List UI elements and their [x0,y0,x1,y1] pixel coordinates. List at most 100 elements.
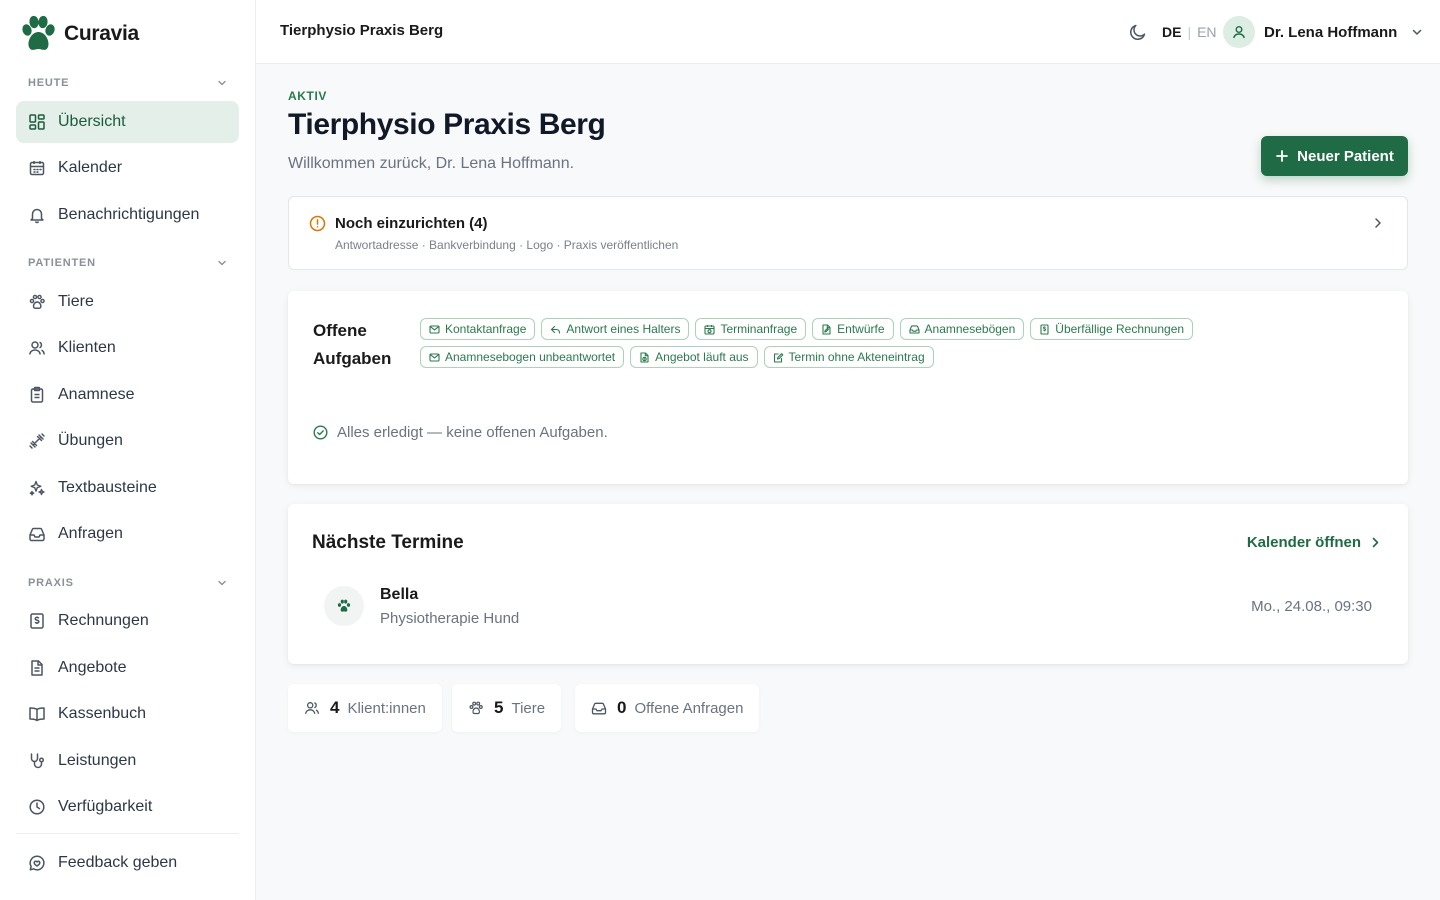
sidebar-item-klienten[interactable]: Klienten [16,327,239,369]
moon-icon[interactable] [1128,22,1148,42]
sidebar-item-label: Kalender [58,159,123,176]
sidebar-item-label: Übungen [58,432,123,449]
clock-icon [29,799,45,815]
sidebar-item-tiere[interactable]: Tiere [16,281,239,323]
chip-label: Überfällige Rechnungen [1055,322,1185,336]
paw-icon [469,701,483,715]
stat-offene-anfragen[interactable]: 0 Offene Anfragen [575,684,760,732]
avatar [1223,16,1255,48]
stat-value: 0 [617,698,627,717]
sidebar-item-label: Anfragen [58,525,123,542]
sidebar-item-verfuegbarkeit[interactable]: Verfügbarkeit [16,786,239,828]
users-icon [29,341,45,355]
reply-icon [551,325,561,334]
sidebar-item-label: Übersicht [58,113,126,130]
stat-tiere[interactable]: 5 Tiere [452,684,562,732]
section-heute[interactable]: HEUTE [28,77,228,89]
chip-termin-ohne-akteneintrag[interactable]: Termin ohne Akteneintrag [763,346,934,368]
setup-subtitle: Antwortadresse · Bankverbindung · Logo ·… [335,238,679,252]
chip-label: Termin ohne Akteneintrag [788,350,925,364]
inbox-icon [908,324,920,334]
dashboard-icon [29,114,45,130]
open-tasks-title-line: Offene [313,321,367,340]
chip-anamneseboegen[interactable]: Anamnesebögen [899,318,1025,340]
sidebar-item-uebungen[interactable]: Übungen [16,420,239,462]
sidebar-item-anfragen[interactable]: Anfragen [16,513,239,555]
setup-title: Noch einzurichten (4) [335,215,488,232]
inbox-icon [29,527,45,542]
lang-de[interactable]: DE [1162,24,1181,40]
paw-logo-icon [22,15,55,50]
chip-terminanfrage[interactable]: Terminanfrage [695,318,807,340]
open-tasks-title-line: Aufgaben [313,349,392,368]
welcome-text: Willkommen zurück, Dr. Lena Hoffmann. [288,155,575,172]
sidebar-item-kalender[interactable]: Kalender [16,147,239,189]
sidebar-item-benachrichtigungen[interactable]: Benachrichtigungen [16,194,239,236]
patient-avatar [324,586,364,626]
stat-klienten[interactable]: 4 Klient:innen [288,684,442,732]
clipboard-icon [30,386,44,403]
mail-icon [429,352,440,362]
chip-label: Antwort eines Halters [566,322,681,336]
chevron-right-icon [1375,218,1381,228]
users-icon [304,702,320,714]
brand-logo[interactable]: Curavia [20,15,139,53]
chevron-down-icon [218,580,226,586]
receipt-icon [1040,323,1049,335]
sidebar-item-label: Klienten [58,339,116,356]
sidebar: Curavia HEUTE Übersicht Kalender Benachr… [0,0,256,900]
user-icon [1233,26,1245,39]
chip-label: Entwürfe [837,322,885,336]
sidebar-item-label: Rechnungen [58,612,149,629]
chip-kontaktanfrage[interactable]: Kontaktanfrage [420,318,536,340]
sidebar-item-rechnungen[interactable]: Rechnungen [16,600,239,642]
patient-name: Bella [380,586,419,603]
user-menu[interactable]: Dr. Lena Hoffmann [1223,16,1424,48]
practice-name: Tierphysio Praxis Berg [280,22,444,39]
book-icon [29,707,45,722]
feedback-icon [29,855,45,871]
chip-anamnesebogen-unbeantwortet[interactable]: Anamnesebogen unbeantwortet [420,346,625,368]
stat-value: 5 [494,698,504,717]
language-switcher: DE | EN [1162,24,1217,40]
top-bar: Tierphysio Praxis Berg DE | EN Dr. Lena … [256,0,1440,64]
bell-icon [30,208,44,224]
section-label: PRAXIS [28,577,74,589]
appointments-title: Nächste Termine [312,532,464,553]
feedback-button[interactable]: Feedback geben [16,842,239,884]
lang-en[interactable]: EN [1197,24,1216,40]
tasks-empty-text: Alles erledigt — keine offenen Aufgaben. [337,424,608,441]
chip-antwort-halter[interactable]: Antwort eines Halters [541,318,690,340]
section-label: HEUTE [28,77,70,89]
paw-icon [29,294,45,309]
open-calendar-link[interactable]: Kalender öffnen [1247,534,1382,551]
appointment-time: Mo., 24.08., 09:30 [1251,598,1372,615]
sidebar-item-angebote[interactable]: Angebote [16,647,239,689]
new-patient-button[interactable]: Neuer Patient [1261,136,1408,176]
appointment-row[interactable]: Bella Physiotherapie Hund Mo., 24.08., 0… [312,576,1384,636]
sidebar-item-kassenbuch[interactable]: Kassenbuch [16,693,239,735]
calendar-clock-icon [704,324,716,335]
section-patienten[interactable]: PATIENTEN [28,257,228,269]
section-label: PATIENTEN [28,257,96,269]
dumbbell-icon [29,433,45,449]
chip-angebot-laeuft-aus[interactable]: Angebot läuft aus [630,346,758,368]
sidebar-item-label: Benachrichtigungen [58,206,200,223]
sidebar-item-leistungen[interactable]: Leistungen [16,740,239,782]
note-edit-icon [773,352,783,363]
sidebar-item-textbausteine[interactable]: Textbausteine [16,467,239,509]
open-tasks-title: Offene Aufgaben [313,317,403,373]
chevron-down-icon [218,260,226,266]
section-praxis[interactable]: PRAXIS [28,577,228,589]
chip-label: Kontaktanfrage [445,322,527,336]
sidebar-item-label: Tiere [58,293,94,310]
page-title: Tierphysio Praxis Berg [288,108,606,141]
file-clock-icon [640,351,649,363]
sparkles-icon [29,480,45,496]
setup-checklist-card[interactable]: Noch einzurichten (4) Antwortadresse · B… [288,196,1408,270]
chip-entwuerfe[interactable]: Entwürfe [812,318,894,340]
file-edit-icon [822,323,831,335]
sidebar-item-anamnese[interactable]: Anamnese [16,374,239,416]
chip-ueberfaellige-rechnungen[interactable]: Überfällige Rechnungen [1030,318,1194,340]
sidebar-item-uebersicht[interactable]: Übersicht [16,101,239,143]
